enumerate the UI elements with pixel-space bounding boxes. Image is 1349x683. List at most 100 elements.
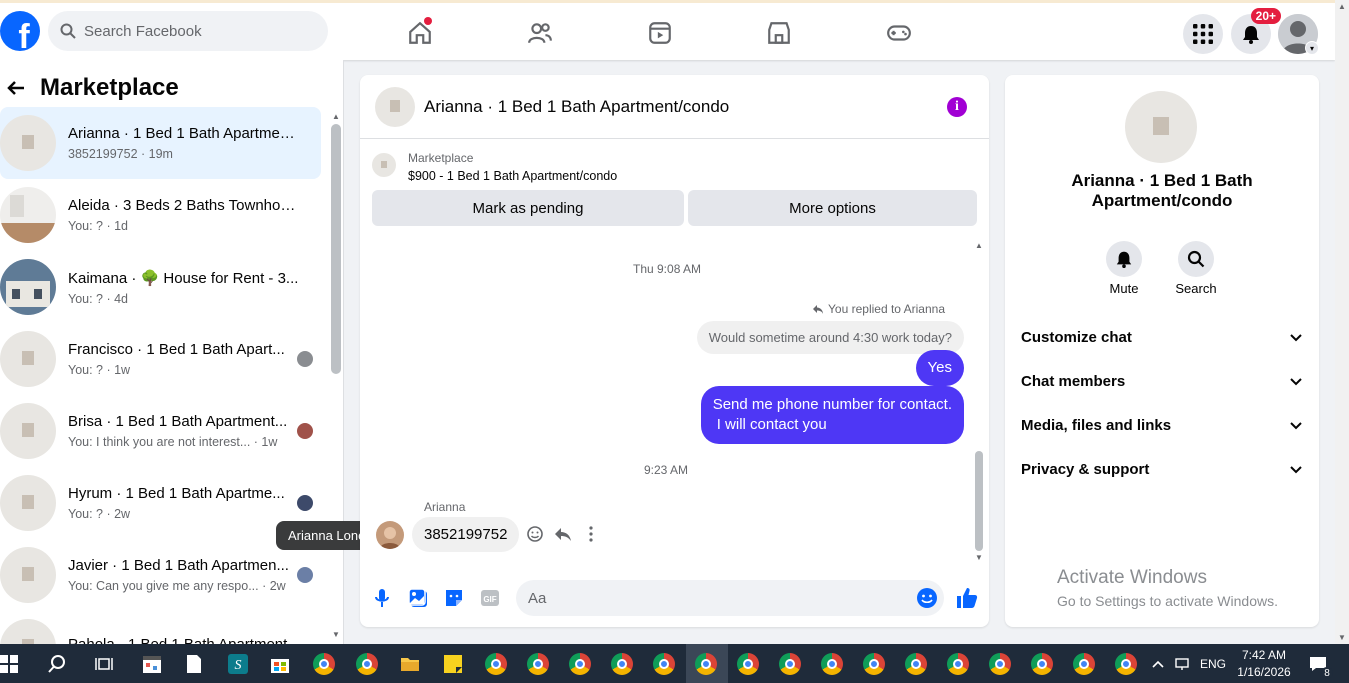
conversation-item[interactable]: Pahola · 1 Bed 1 Bath Apartment... [0, 611, 321, 644]
facebook-logo[interactable]: f [0, 11, 40, 51]
listing-price[interactable]: $900 - 1 Bed 1 Bath Apartment/condo [408, 169, 617, 183]
taskbar-search-button[interactable] [44, 651, 70, 677]
sent-message[interactable]: Send me phone number for contact. I will… [700, 386, 964, 444]
conversation-item[interactable]: Aleida · 3 Beds 2 Baths Townhou... You: ?… [0, 179, 321, 251]
taskbar-app-sticky-notes[interactable] [440, 651, 466, 677]
conversation-item[interactable]: Brisa · 1 Bed 1 Bath Apartment... You: I … [0, 395, 321, 467]
listing-thumbnail [0, 187, 56, 243]
sidebar-scrollbar[interactable] [331, 124, 341, 374]
gaming-nav-button[interactable] [879, 15, 919, 51]
chrome-icon [989, 653, 1011, 675]
taskbar-app-file-explorer[interactable] [397, 651, 423, 677]
scroll-down-arrow[interactable]: ▼ [975, 553, 983, 562]
marketplace-nav-button[interactable] [759, 15, 799, 51]
chat-scrollbar[interactable] [975, 451, 983, 551]
reply-icon[interactable] [554, 525, 572, 543]
chevron-down-icon [1290, 466, 1302, 474]
taskbar-app-chrome[interactable] [777, 651, 803, 677]
taskbar-app-chrome[interactable] [861, 651, 887, 677]
more-dots-icon[interactable] [582, 525, 600, 543]
accordion-privacy-support[interactable]: Privacy & support [1021, 449, 1303, 489]
task-view-button[interactable] [91, 651, 117, 677]
clock-date: 1/16/2026 [1237, 665, 1291, 679]
taskbar-app-chrome[interactable] [987, 651, 1013, 677]
sender-avatar[interactable] [376, 521, 404, 549]
taskbar-app-notepad[interactable] [181, 651, 207, 677]
search-input[interactable] [84, 22, 304, 40]
listing-thumbnail [0, 331, 56, 387]
scroll-up-arrow[interactable]: ▲ [1338, 2, 1346, 11]
taskbar-app-chrome[interactable] [609, 651, 635, 677]
emoji-icon[interactable] [916, 587, 938, 609]
quoted-message[interactable]: Would sometime around 4:30 work today? [696, 321, 964, 354]
windows-taskbar: S ENG 7:42 AM 1/16/2026 8 [0, 644, 1349, 683]
taskbar-app-chrome[interactable] [311, 651, 337, 677]
taskbar-app-clapper[interactable] [139, 651, 165, 677]
react-emoji-icon[interactable] [526, 525, 544, 543]
tray-overflow-button[interactable] [1148, 651, 1168, 677]
sent-message[interactable]: Yes [915, 350, 964, 386]
taskbar-app-chrome[interactable] [819, 651, 845, 677]
taskbar-app-chrome[interactable] [567, 651, 593, 677]
clock[interactable]: 7:42 AM 1/16/2026 [1236, 648, 1292, 679]
taskbar-app-chrome[interactable] [735, 651, 761, 677]
taskbar-app-chrome[interactable] [1029, 651, 1055, 677]
taskbar-app-chrome[interactable] [693, 651, 719, 677]
accordion-chat-members[interactable]: Chat members [1021, 361, 1303, 401]
taskbar-app-chrome[interactable] [1113, 651, 1139, 677]
taskbar-app-script[interactable]: S [225, 651, 251, 677]
home-nav-button[interactable] [400, 15, 440, 51]
conversation-item[interactable]: Kaimana · 🌳 House for Rent - 3... You: ? … [0, 251, 321, 323]
message-input[interactable] [516, 580, 944, 616]
mute-button[interactable] [1106, 241, 1142, 277]
chat-avatar[interactable] [375, 86, 415, 127]
start-button[interactable] [0, 651, 22, 677]
video-nav-button[interactable] [640, 15, 680, 51]
search-box[interactable] [48, 11, 328, 51]
accordion-customize-chat[interactable]: Customize chat [1021, 317, 1303, 357]
received-message[interactable]: 3852199752 [412, 517, 520, 552]
microphone-icon[interactable] [371, 587, 393, 609]
menu-button[interactable] [1183, 14, 1223, 54]
taskbar-app-chrome[interactable] [354, 651, 380, 677]
photo-icon[interactable] [407, 587, 429, 609]
taskbar-app-chrome[interactable] [1071, 651, 1097, 677]
accordion-media-files-links[interactable]: Media, files and links [1021, 405, 1303, 445]
tray-network-button[interactable] [1172, 651, 1192, 677]
back-arrow-icon[interactable] [6, 78, 26, 98]
scroll-up-arrow[interactable]: ▲ [975, 241, 983, 250]
search-conversation-button[interactable] [1178, 241, 1214, 277]
conversation-item[interactable]: Javier · 1 Bed 1 Bath Apartmen... You: Ca… [0, 539, 321, 611]
taskbar-app-store[interactable] [267, 651, 293, 677]
scroll-down-arrow[interactable]: ▼ [1338, 633, 1346, 642]
thumbs-up-icon[interactable] [955, 586, 979, 610]
action-center-button[interactable]: 8 [1305, 651, 1333, 679]
page-scrollbar[interactable]: ▲ ▼ [1335, 0, 1349, 644]
contact-avatar[interactable] [1125, 91, 1197, 163]
scroll-down-arrow[interactable]: ▼ [332, 630, 340, 639]
friends-nav-button[interactable] [520, 15, 560, 51]
mark-pending-button[interactable]: Mark as pending [372, 190, 684, 226]
scroll-up-arrow[interactable]: ▲ [332, 112, 340, 121]
taskbar-app-chrome[interactable] [903, 651, 929, 677]
language-indicator[interactable]: ENG [1200, 657, 1226, 671]
conversation-item[interactable]: Hyrum · 1 Bed 1 Bath Apartme... You: ? · … [0, 467, 321, 539]
document-icon [187, 655, 201, 673]
sticker-icon[interactable] [443, 587, 465, 609]
more-options-button[interactable]: More options [688, 190, 977, 226]
conversation-item[interactable]: Arianna · 1 Bed 1 Bath Apartmen... 385219… [0, 107, 321, 179]
notifications-button[interactable]: 20+ [1231, 8, 1281, 54]
chat-title[interactable]: Arianna · 1 Bed 1 Bath Apartment/condo [424, 97, 729, 117]
chrome-icon [1073, 653, 1095, 675]
conversation-item[interactable]: Francisco · 1 Bed 1 Bath Apart... You: ? … [0, 323, 321, 395]
chevron-down-icon[interactable]: ▾ [1305, 41, 1319, 55]
taskbar-app-chrome[interactable] [651, 651, 677, 677]
chrome-icon [527, 653, 549, 675]
info-icon[interactable]: i [947, 97, 967, 117]
taskbar-app-chrome[interactable] [945, 651, 971, 677]
gif-icon[interactable]: GIF [479, 587, 501, 609]
taskbar-app-chrome[interactable] [483, 651, 509, 677]
grid-menu-icon [1193, 24, 1213, 44]
taskbar-app-chrome[interactable] [525, 651, 551, 677]
chrome-icon [1115, 653, 1137, 675]
